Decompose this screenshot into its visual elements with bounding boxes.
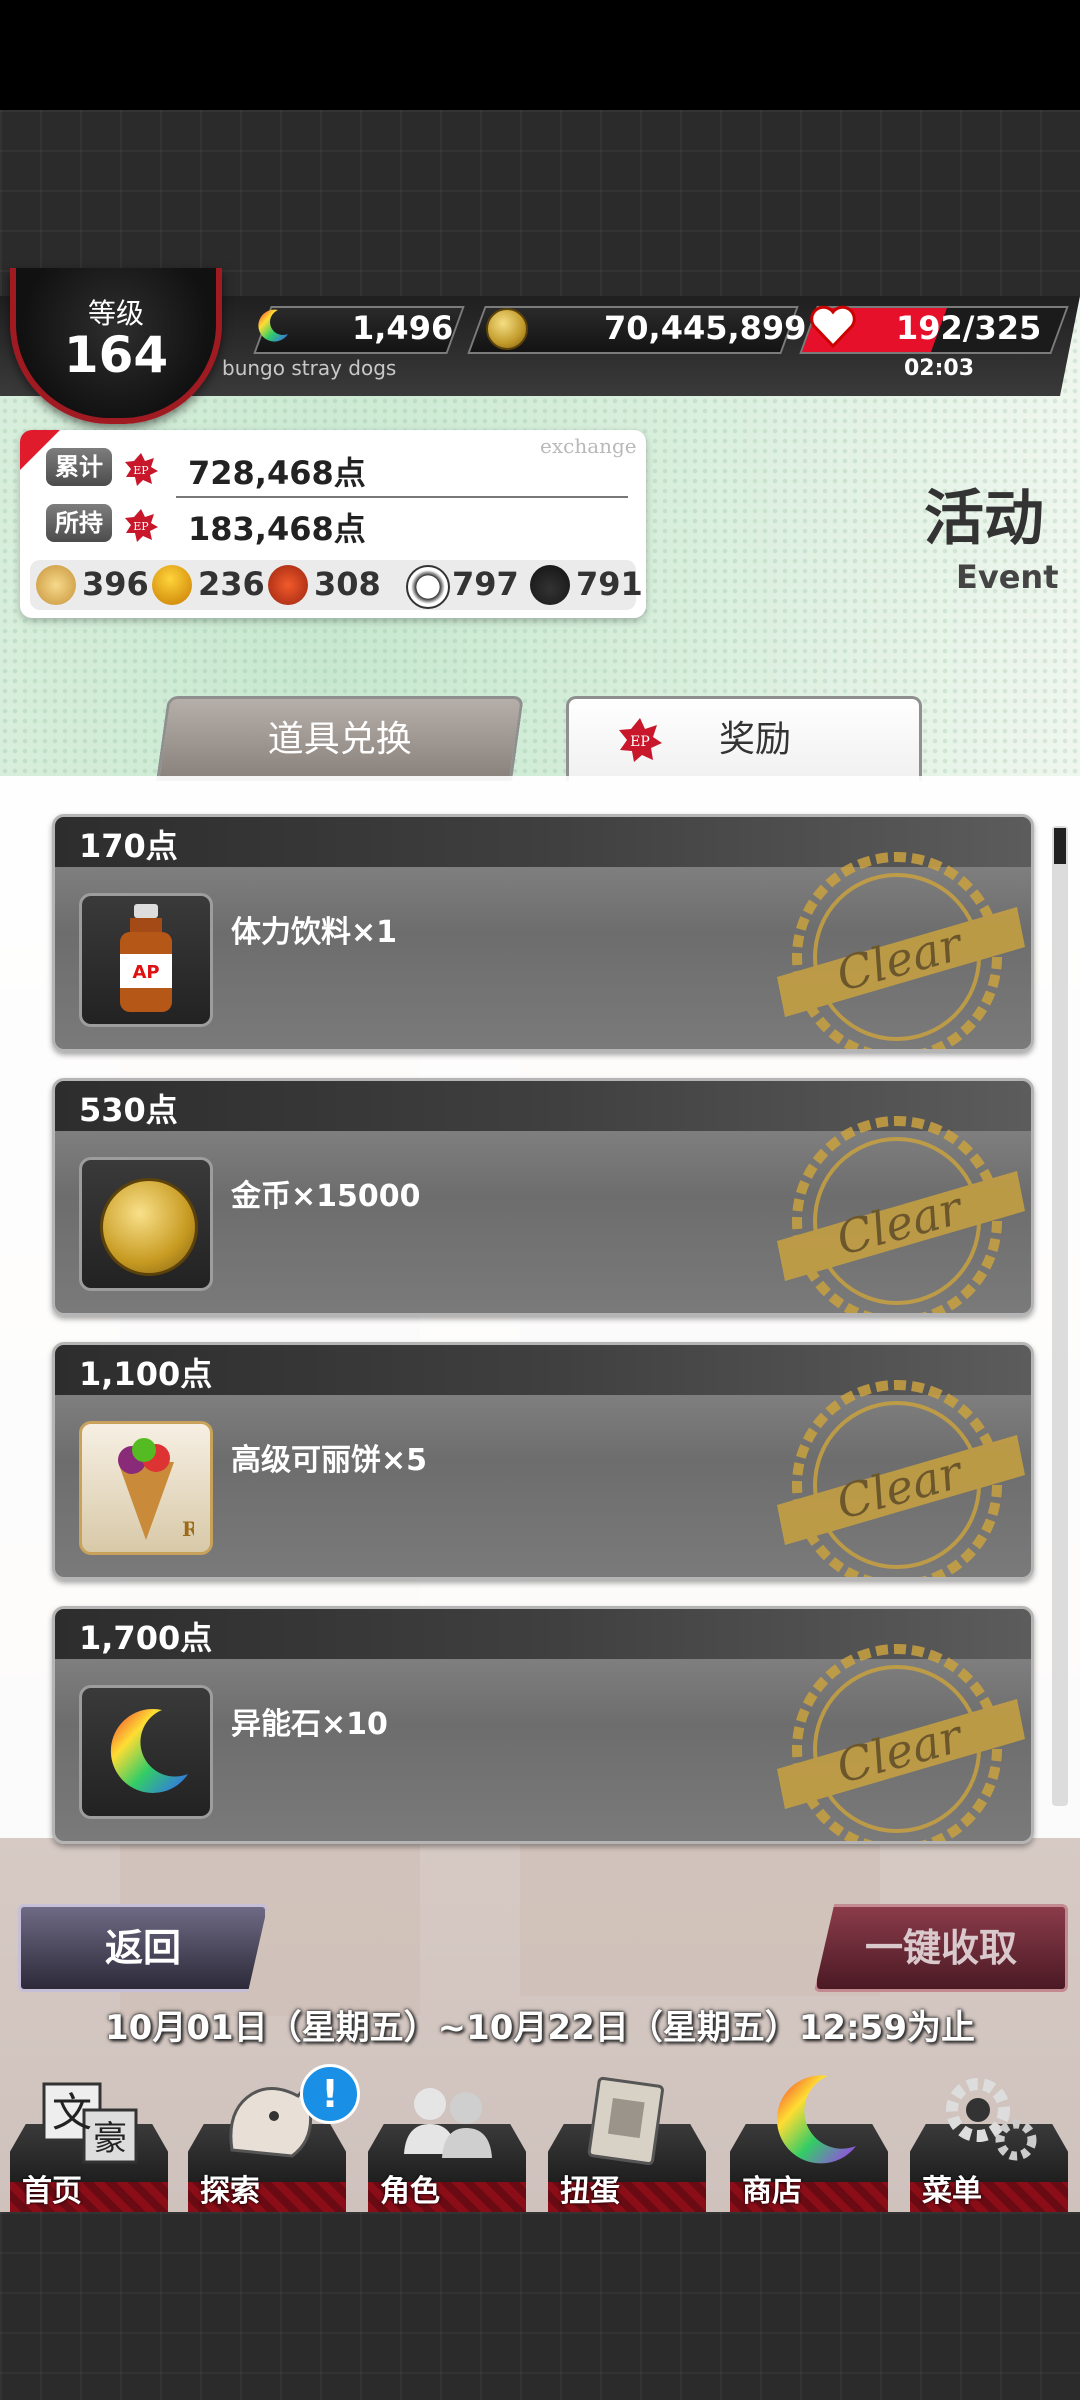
tab-rewards[interactable]: EP 奖励 — [566, 696, 922, 781]
svg-text:Clear: Clear — [831, 916, 970, 1002]
nav-label: 探索 — [200, 2174, 260, 2209]
fan-icon — [268, 565, 308, 605]
clear-stamp-icon: Clear — [777, 852, 1025, 1049]
characters-icon — [404, 2088, 492, 2158]
inventory-row: 396 236 308 797 791 — [30, 560, 643, 610]
bottom-nav: 文 豪 首页 探索 角色 扭蛋 商店 菜单 — [0, 2070, 1080, 2216]
ep-icon: EP — [125, 453, 158, 486]
gold-coin-icon — [100, 1178, 198, 1276]
nav-characters[interactable]: 角色 — [368, 2070, 526, 2216]
exchange-label: exchange — [540, 434, 637, 458]
svg-text:文: 文 — [52, 2090, 92, 2136]
svg-text:EP: EP — [133, 464, 149, 477]
svg-text:Clear: Clear — [831, 1180, 970, 1266]
ability-stone-icon — [258, 309, 288, 342]
game-subtitle: bungo stray dogs — [222, 356, 397, 380]
ep-icon: EP — [125, 509, 158, 542]
home-icon: 文 豪 — [42, 2082, 138, 2164]
event-period: 10月01日（星期五）~10月22日（星期五）12:59为止 — [105, 2008, 975, 2048]
bottom-letterbox — [0, 2212, 1080, 2400]
gacha-icon — [587, 2076, 664, 2166]
crepe-icon: R — [118, 1438, 194, 1541]
svg-text:豪: 豪 — [93, 2119, 127, 2159]
tab-item-exchange[interactable]: 道具兑换 — [156, 696, 524, 781]
reward-list[interactable]: 170点 AP 体力饮料×1 Clear 530点 金币×15000 Clear… — [0, 776, 1080, 1844]
svg-text:EP: EP — [133, 520, 149, 533]
inventory-count: 396 — [82, 565, 149, 603]
clear-stamp-icon: Clear — [777, 1644, 1025, 1841]
level-value: 164 — [63, 326, 169, 384]
held-tag: 所持 — [46, 504, 112, 542]
scrollbar-thumb[interactable] — [1054, 828, 1066, 864]
coin-icon — [486, 308, 528, 350]
svg-text:R: R — [182, 1517, 194, 1541]
tab-exchange-label: 道具兑换 — [267, 719, 412, 760]
inventory-count: 797 — [452, 565, 519, 603]
nav-shop[interactable]: 商店 — [730, 2070, 888, 2216]
notification-badge: ! — [300, 2064, 360, 2124]
reward-points: 170点 — [79, 827, 178, 865]
menu-icon — [946, 2078, 1037, 2161]
scrollbar-track[interactable] — [1052, 826, 1068, 1806]
hat-icon — [530, 565, 570, 605]
reward-item-name: 高级可丽饼×5 — [231, 1443, 428, 1478]
event-title: 活动 — [924, 484, 1044, 554]
points-panel: exchange 累计 EP 728,468点 所持 EP 183,468点 3… — [20, 430, 646, 618]
held-points: 183,468点 — [188, 510, 366, 548]
inventory-count: 308 — [314, 565, 381, 603]
rainbow-moon-icon — [110, 1708, 188, 1793]
nav-gacha[interactable]: 扭蛋 — [548, 2070, 706, 2216]
svg-text:EP: EP — [630, 734, 650, 750]
nav-home[interactable]: 文 豪 首页 — [10, 2070, 168, 2216]
ep-icon: EP — [619, 718, 662, 762]
nav-label: 扭蛋 — [560, 2174, 620, 2209]
bell-icon — [152, 565, 192, 605]
gems-count: 1,496 — [352, 309, 454, 347]
heart-icon — [810, 305, 856, 349]
inventory-count: 236 — [198, 565, 265, 603]
item-frame — [79, 1157, 213, 1291]
points-divider — [176, 496, 628, 498]
reward-card[interactable]: 170点 AP 体力饮料×1 Clear — [52, 814, 1034, 1052]
reward-card[interactable]: 1,700点 异能石×10 Clear — [52, 1606, 1034, 1844]
tab-rewards-label: 奖励 — [719, 719, 792, 760]
shop-icon — [776, 2075, 856, 2164]
energy-drink-icon: AP — [120, 904, 172, 1012]
reward-points: 1,700点 — [79, 1619, 213, 1657]
nav-label: 首页 — [22, 2174, 82, 2209]
back-button[interactable]: 返回 — [18, 1904, 268, 1992]
svg-text:Clear: Clear — [831, 1444, 970, 1530]
reward-item-name: 金币×15000 — [231, 1179, 421, 1214]
clear-stamp-icon: Clear — [777, 1380, 1025, 1577]
clear-stamp-icon: Clear — [777, 1116, 1025, 1313]
total-points: 728,468点 — [188, 454, 366, 492]
pie-icon — [36, 565, 76, 605]
event-subtitle: Event — [956, 558, 1059, 596]
total-tag: 累计 — [46, 448, 112, 486]
svg-text:AP: AP — [132, 962, 159, 983]
stamina-count: 192/325 — [896, 309, 1042, 347]
item-frame: R — [79, 1421, 213, 1555]
nav-label: 角色 — [380, 2174, 440, 2209]
item-frame: AP — [79, 893, 213, 1027]
reward-item-name: 体力饮料×1 — [231, 915, 398, 950]
panda-icon — [406, 565, 450, 609]
nav-menu[interactable]: 菜单 — [910, 2070, 1068, 2216]
reward-item-name: 异能石×10 — [231, 1707, 388, 1742]
reward-points: 1,100点 — [79, 1355, 213, 1393]
svg-text:Clear: Clear — [831, 1708, 970, 1794]
reward-card[interactable]: 530点 金币×15000 Clear — [52, 1078, 1034, 1316]
stamina-timer: 02:03 — [904, 356, 975, 381]
reward-card[interactable]: 1,100点 R 高级可丽饼×5 Clear — [52, 1342, 1034, 1580]
coins-count: 70,445,899 — [604, 309, 807, 347]
reward-points: 530点 — [79, 1091, 178, 1129]
nav-label: 菜单 — [922, 2174, 982, 2209]
inventory-count: 791 — [576, 565, 643, 603]
nav-label: 商店 — [742, 2174, 802, 2209]
collect-all-button[interactable]: 一键收取 — [814, 1904, 1068, 1992]
item-frame — [79, 1685, 213, 1819]
